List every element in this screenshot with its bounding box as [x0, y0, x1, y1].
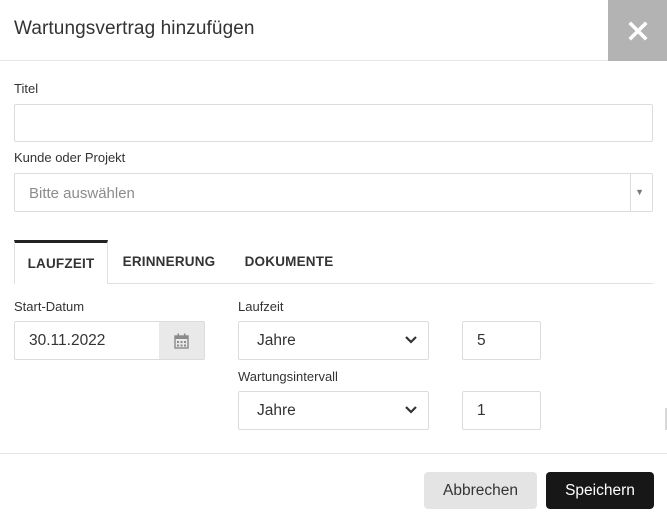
add-maintenance-contract-dialog: Wartungsvertrag hinzufügen Titel Kunde o…	[0, 0, 667, 524]
dialog-title: Wartungsvertrag hinzufügen	[14, 18, 255, 39]
tab-laufzeit[interactable]: LAUFZEIT	[14, 240, 108, 284]
duration-number-input[interactable]: 5	[462, 321, 541, 360]
title-label: Titel	[14, 81, 39, 96]
start-date-label: Start-Datum	[14, 299, 85, 314]
duration-unit-value: Jahre	[257, 332, 296, 349]
close-button[interactable]	[608, 0, 667, 61]
duration-unit-select[interactable]: Jahre	[238, 321, 429, 360]
dialog-header: Wartungsvertrag hinzufügen	[0, 0, 667, 61]
customer-select[interactable]: Bitte auswählen ▼	[14, 173, 653, 212]
cancel-button[interactable]: Abbrechen	[424, 472, 537, 509]
caret-down-icon: ▼	[635, 187, 644, 197]
interval-label: Wartungsintervall	[238, 369, 338, 384]
tab-label: LAUFZEIT	[27, 256, 95, 271]
footer-divider	[0, 453, 667, 454]
tab-erinnerung[interactable]: ERINNERUNG	[112, 240, 226, 283]
save-button[interactable]: Speichern	[546, 472, 654, 509]
chevron-down-icon	[405, 406, 417, 414]
tab-dokumente[interactable]: DOKUMENTE	[236, 240, 342, 283]
tab-label: DOKUMENTE	[244, 254, 334, 269]
duration-label: Laufzeit	[238, 299, 284, 314]
interval-number-input[interactable]: 1	[462, 391, 541, 430]
customer-label: Kunde oder Projekt	[14, 150, 126, 165]
chevron-down-icon	[405, 336, 417, 344]
select-divider	[630, 174, 631, 211]
interval-number-value: 1	[477, 402, 486, 419]
duration-number-value: 5	[477, 332, 486, 349]
start-date-field[interactable]: 30.11.2022	[14, 321, 205, 360]
customer-select-placeholder: Bitte auswählen	[29, 185, 135, 202]
interval-unit-select[interactable]: Jahre	[238, 391, 429, 430]
tab-label: ERINNERUNG	[122, 254, 216, 269]
tab-bar: LAUFZEIT ERINNERUNG DOKUMENTE	[14, 240, 653, 284]
start-date-value: 30.11.2022	[29, 332, 106, 349]
calendar-icon	[174, 333, 189, 349]
interval-unit-value: Jahre	[257, 402, 296, 419]
calendar-button[interactable]	[159, 322, 204, 359]
close-icon	[627, 20, 648, 41]
title-input[interactable]	[14, 104, 653, 142]
